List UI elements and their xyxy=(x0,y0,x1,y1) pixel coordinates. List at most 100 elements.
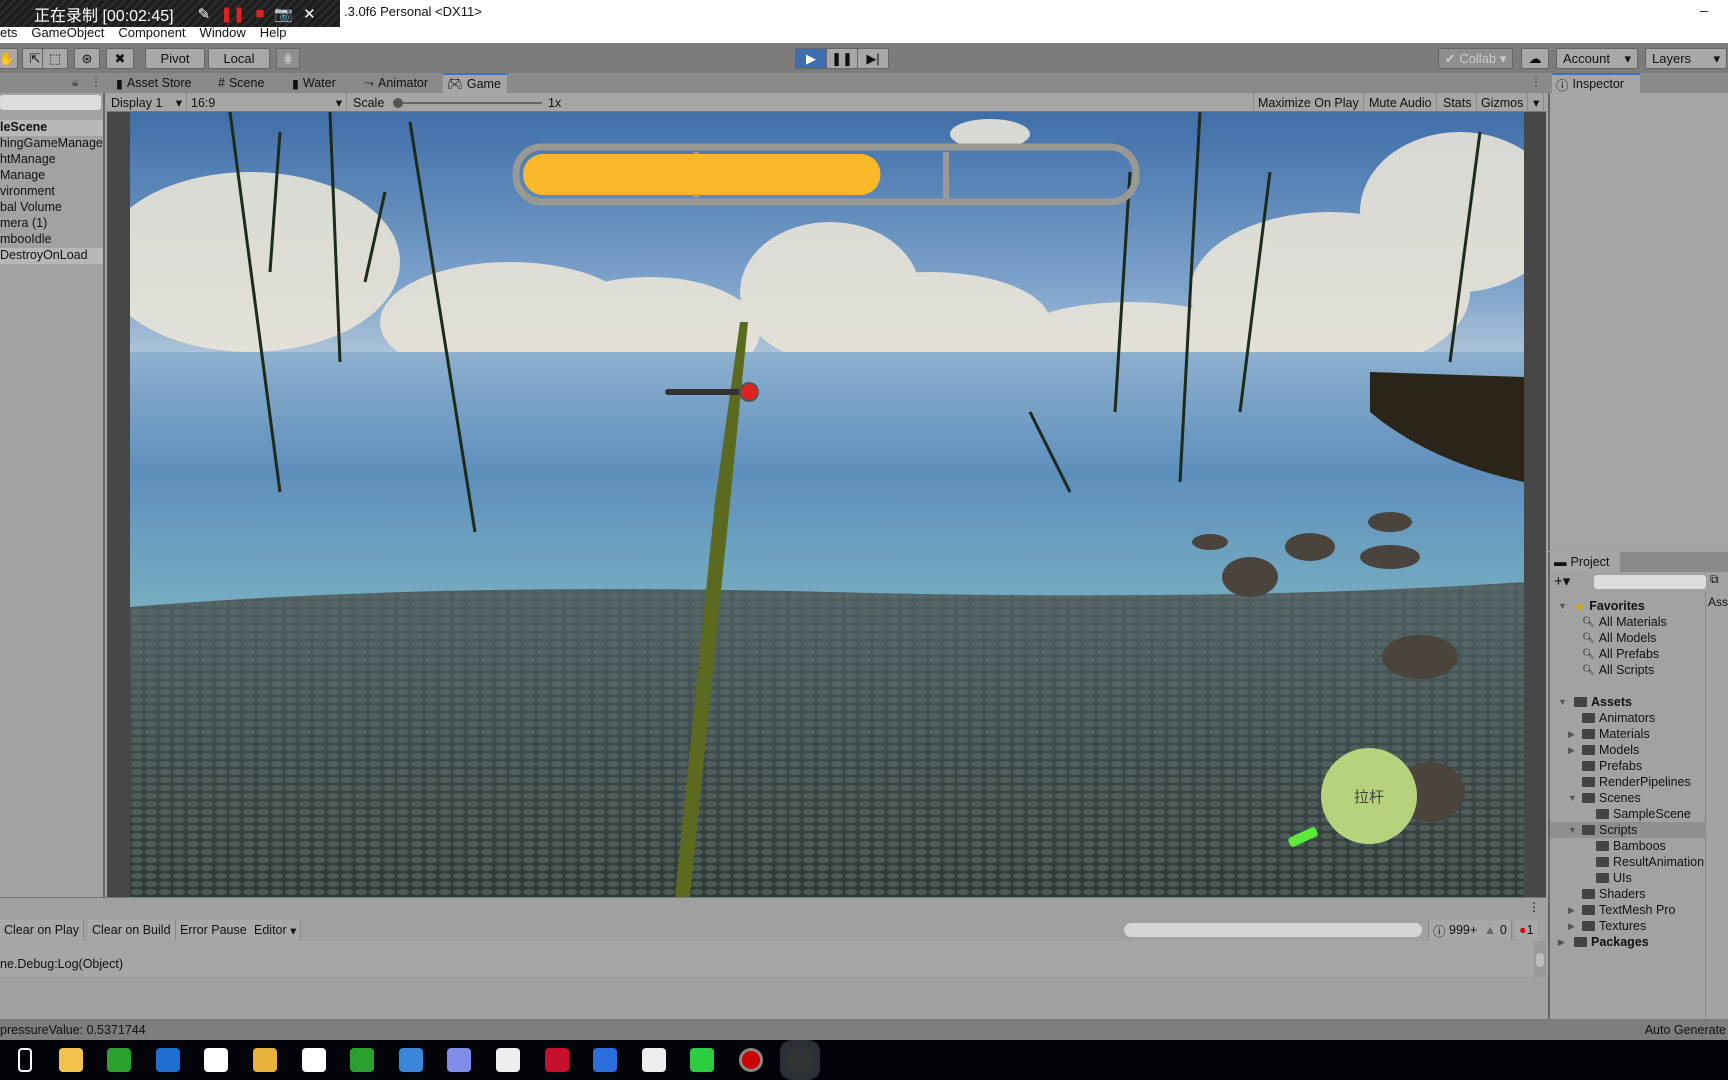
project-tree-item[interactable]: Shaders xyxy=(1582,886,1646,902)
expand-arrow-icon[interactable]: ▼ xyxy=(1568,793,1577,803)
error-pause-toggle[interactable]: Error Pause xyxy=(176,920,252,940)
collab-button[interactable]: ✔ Collab ▾ xyxy=(1438,48,1513,69)
hierarchy-item[interactable]: DestroyOnLoad xyxy=(0,248,103,264)
sogou-icon[interactable] xyxy=(398,1048,423,1072)
hierarchy-item[interactable]: mbooIdle xyxy=(0,232,103,248)
transform-tool-icon[interactable]: ⊛ xyxy=(74,48,100,69)
collapse-arrow-icon[interactable]: ▶ xyxy=(1568,905,1575,916)
wechat-icon[interactable] xyxy=(690,1048,715,1072)
unity-icon[interactable] xyxy=(779,1040,820,1080)
project-tree-item[interactable]: TextMesh Pro xyxy=(1582,902,1675,918)
tab-scene[interactable]: # Scene xyxy=(214,73,268,93)
lock-icon[interactable]: 🔒︎ xyxy=(72,75,78,90)
scale-slider[interactable] xyxy=(393,98,542,108)
green-app-2-icon[interactable] xyxy=(350,1048,375,1072)
clear-on-build-toggle[interactable]: Clear on Build xyxy=(88,920,176,940)
tab-water[interactable]: ▮ Water xyxy=(288,73,340,93)
tab-animator[interactable]: ⤳ Animator xyxy=(360,73,432,93)
tab-game[interactable]: 🎮︎ Game xyxy=(443,73,507,93)
close-icon[interactable]: ✕ xyxy=(303,5,316,23)
menu-assets[interactable]: ets xyxy=(0,25,17,43)
scale-tool-icon[interactable]: ⬚ xyxy=(42,48,68,69)
menu-component[interactable]: Component xyxy=(118,25,185,43)
mail-icon[interactable] xyxy=(301,1048,326,1072)
cloud-icon[interactable]: ☁ xyxy=(1521,48,1549,69)
minimize-button[interactable]: – xyxy=(1700,2,1708,18)
hierarchy-item[interactable]: mera (1) xyxy=(0,216,103,232)
snap-icon[interactable]: ⋕ xyxy=(276,48,300,69)
pull-rod-button[interactable]: 拉杆 xyxy=(1321,748,1417,844)
project-tree-item[interactable]: Bamboos xyxy=(1596,838,1666,854)
clear-on-play-toggle[interactable]: Clear on Play xyxy=(0,920,85,940)
local-button[interactable]: Local xyxy=(208,48,270,69)
pause-button[interactable]: ❚❚ xyxy=(826,48,858,69)
project-tree-item[interactable]: SampleScene xyxy=(1596,806,1691,822)
baidu-netdisk-icon[interactable] xyxy=(641,1048,666,1072)
project-tree-item[interactable]: Materials xyxy=(1582,726,1650,742)
filter-icon[interactable]: ⧉ xyxy=(1710,572,1719,587)
project-tree-item[interactable]: Textures xyxy=(1582,918,1646,934)
aspect-dropdown[interactable]: 16:9 ▾ xyxy=(187,93,347,112)
hierarchy-item[interactable]: htManage xyxy=(0,152,103,168)
hierarchy-search-input[interactable] xyxy=(0,95,101,110)
pen-icon[interactable]: ✎ xyxy=(198,5,211,23)
layers-dropdown[interactable]: Layers ▾ xyxy=(1645,48,1727,69)
hierarchy-item[interactable]: Manage xyxy=(0,168,103,184)
account-dropdown[interactable]: Account ▾ xyxy=(1556,48,1638,69)
hierarchy-item[interactable]: bal Volume xyxy=(0,200,103,216)
edge-icon[interactable] xyxy=(155,1048,180,1072)
play-button[interactable]: ▶ xyxy=(795,48,827,69)
status-message[interactable]: pressureValue: 0.5371744 xyxy=(0,1023,146,1037)
hand-tool-icon[interactable]: ✋ xyxy=(0,48,18,69)
project-tree-item[interactable]: Prefabs xyxy=(1582,758,1642,774)
project-tree-item[interactable]: UIs xyxy=(1596,870,1632,886)
project-tree-item[interactable]: Scenes xyxy=(1582,790,1641,806)
game-scene[interactable]: 拉杆 xyxy=(130,112,1524,897)
gizmos-toggle[interactable]: Gizmos xyxy=(1477,93,1529,112)
custom-tool-icon[interactable]: ✖ xyxy=(106,48,134,69)
project-tree-item[interactable]: Packages xyxy=(1574,934,1649,950)
warning-filter-toggle[interactable]: ▲ 0 xyxy=(1480,920,1512,940)
log-filter-toggle[interactable]: ⓘ 999+ xyxy=(1428,920,1483,940)
chrome-icon[interactable] xyxy=(253,1048,277,1072)
hierarchy-item[interactable]: vironment xyxy=(0,184,103,200)
collapse-arrow-icon[interactable]: ▶ xyxy=(1568,745,1575,756)
tab-project[interactable]: ▬ Project xyxy=(1550,552,1620,572)
app-circle-icon[interactable] xyxy=(496,1048,520,1072)
feishu-icon[interactable] xyxy=(447,1048,472,1072)
tab-asset-store[interactable]: ▮ Asset Store xyxy=(112,73,196,93)
editor-dropdown[interactable]: Editor ▾ xyxy=(250,920,302,940)
project-tree-item[interactable]: Animators xyxy=(1582,710,1655,726)
error-filter-toggle[interactable]: ● 1 xyxy=(1515,920,1538,940)
log-entry[interactable]: ne.Debug:Log(Object) xyxy=(0,941,1534,977)
stop-icon[interactable]: ■ xyxy=(255,5,264,22)
menu-window[interactable]: Window xyxy=(200,25,246,43)
step-button[interactable]: ▶| xyxy=(857,48,889,69)
collapse-arrow-icon[interactable]: ▶ xyxy=(1568,729,1575,740)
project-tree-item[interactable]: Models xyxy=(1582,742,1639,758)
netease-music-icon[interactable] xyxy=(544,1048,569,1072)
project-tree-item[interactable]: ★ Favorites xyxy=(1574,598,1645,614)
expand-arrow-icon[interactable]: ▼ xyxy=(1558,697,1567,707)
gizmos-dropdown[interactable]: ▾ xyxy=(1529,93,1545,112)
project-tree-item[interactable]: RenderPipelines xyxy=(1582,774,1691,790)
menu-gameobject[interactable]: GameObject xyxy=(31,25,104,43)
more-icon[interactable]: ⋮ xyxy=(1528,900,1540,914)
hierarchy-item[interactable]: leScene xyxy=(0,120,103,136)
store-icon[interactable] xyxy=(204,1048,229,1072)
tab-inspector[interactable]: ⓘ Inspector xyxy=(1552,73,1640,93)
mute-audio-toggle[interactable]: Mute Audio xyxy=(1365,93,1437,112)
stats-toggle[interactable]: Stats xyxy=(1439,93,1477,112)
project-tree-item[interactable]: 🔍︎ All Models xyxy=(1582,630,1656,646)
pause-icon[interactable]: ❚❚ xyxy=(220,5,245,23)
maximize-on-play-toggle[interactable]: Maximize On Play xyxy=(1253,93,1364,112)
green-app-icon[interactable] xyxy=(107,1048,132,1072)
project-tree-item[interactable]: Assets xyxy=(1574,694,1632,710)
pivot-button[interactable]: Pivot xyxy=(145,48,205,69)
project-tree-item[interactable]: ResultAnimation xyxy=(1596,854,1704,870)
expand-arrow-icon[interactable]: ▼ xyxy=(1568,825,1577,835)
create-button[interactable]: +▾ xyxy=(1554,572,1570,590)
recorder-icon[interactable] xyxy=(739,1048,763,1072)
wps-icon[interactable] xyxy=(593,1048,618,1072)
file-explorer-icon[interactable] xyxy=(58,1048,83,1072)
